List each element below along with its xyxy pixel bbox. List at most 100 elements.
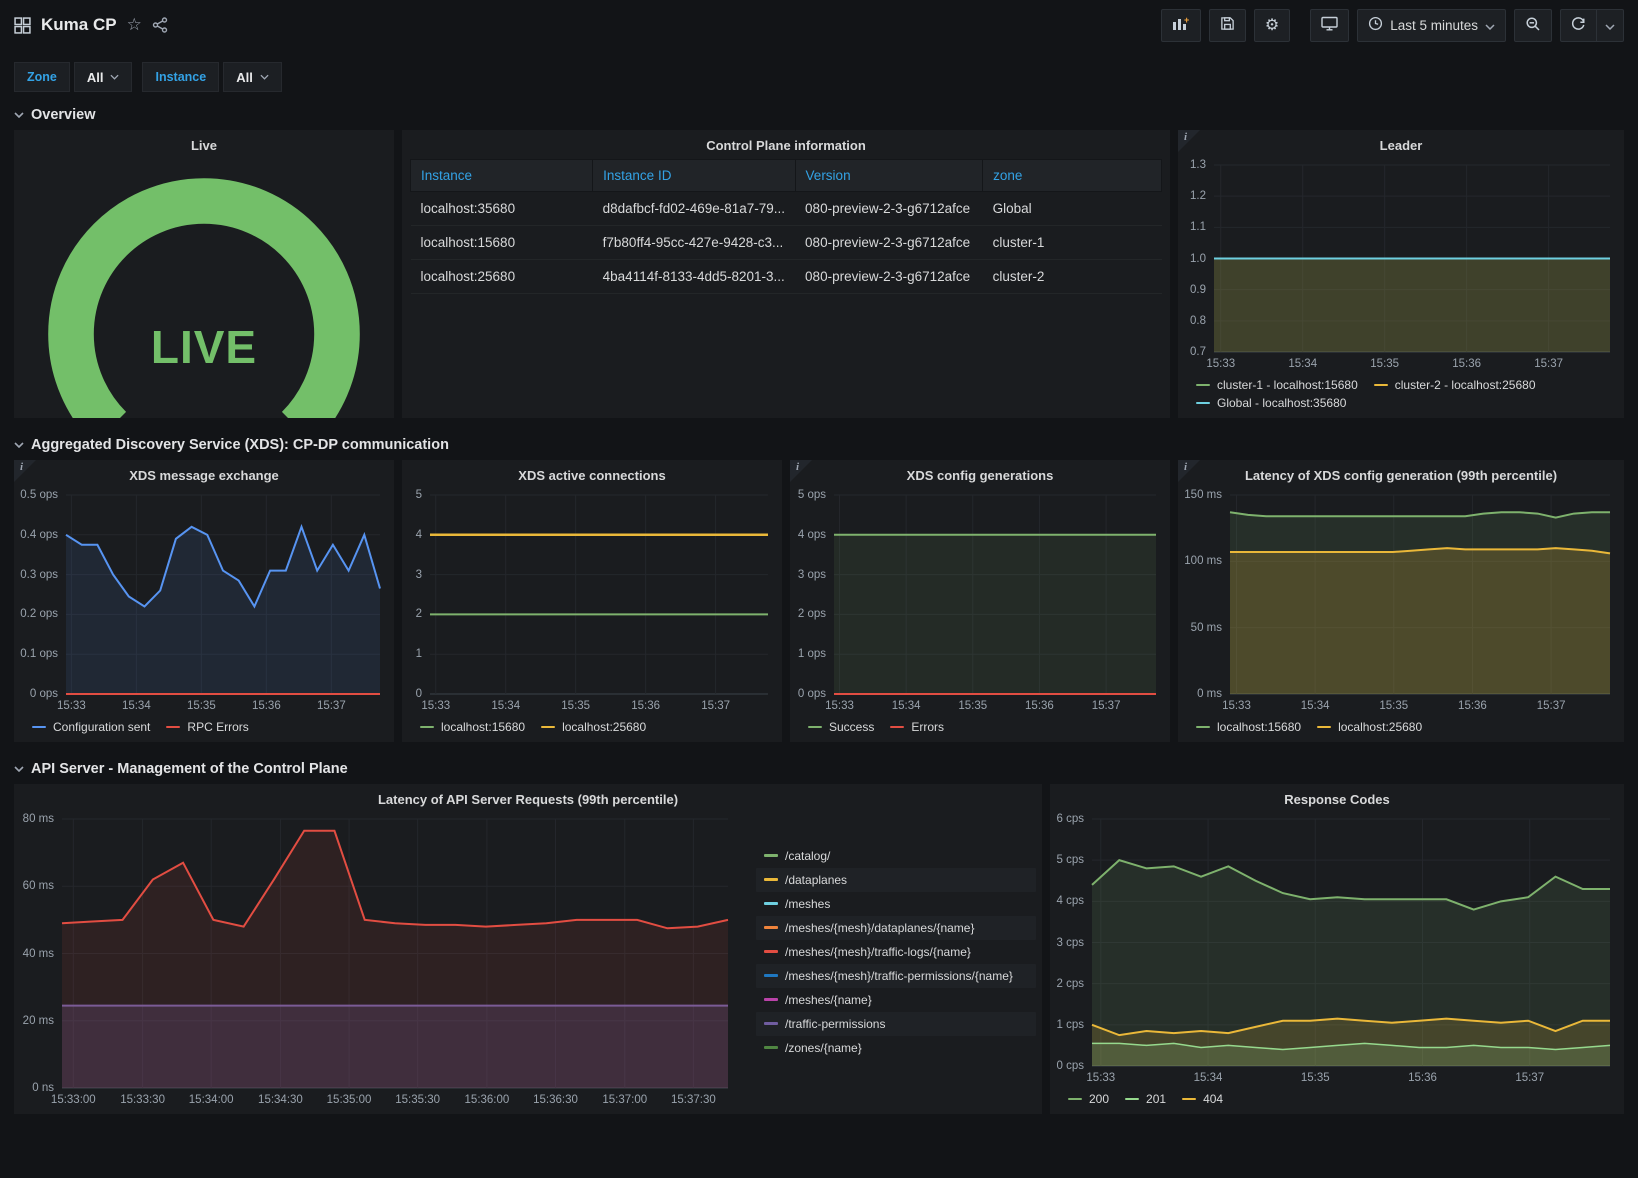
star-icon[interactable]: ☆ [127,15,142,35]
y-tick-label: 2 [415,608,422,621]
legend-item[interactable]: Success [808,720,874,734]
panel-info-corner[interactable] [1178,460,1200,482]
info-icon[interactable]: i [20,461,23,473]
panel-info-corner[interactable] [1178,130,1200,152]
y-tick-label: 0.7 [1190,346,1206,358]
variable-instance-select[interactable]: All [223,62,282,92]
table-cell: 080-preview-2-3-g6712afce [795,225,983,260]
y-tick-label: 0.2 ops [20,608,58,621]
legend-series-dash [1317,725,1332,729]
navbar: Kuma CP ☆ + ⚙ Last 5 minutes [0,0,1638,50]
chevron-down-icon [1485,18,1495,33]
refresh-interval-chevron[interactable] [1596,8,1624,42]
legend-item[interactable]: Global - localhost:35680 [1196,396,1346,410]
row-header-overview[interactable]: Overview [0,98,1638,130]
share-icon[interactable] [152,17,168,33]
y-tick-label: 0.3 ops [20,568,58,581]
legend-series-label: /meshes/{name} [785,992,872,1007]
legend-item[interactable]: 200 [1068,1092,1109,1106]
legend-item[interactable]: cluster-2 - localhost:25680 [1373,378,1536,392]
info-icon[interactable]: i [1184,461,1187,473]
table-column-header[interactable]: Version [794,159,984,192]
legend-item[interactable]: RPC Errors [166,720,249,734]
legend-item[interactable]: /dataplanes [756,867,1036,892]
x-tick-label: 15:36 [631,700,661,712]
legend-item[interactable]: localhost:25680 [541,720,646,734]
refresh-button[interactable] [1560,8,1596,42]
info-icon[interactable]: i [1184,131,1187,143]
panel-title[interactable]: Latency of XDS config generation (99th p… [1178,460,1624,485]
legend-series-dash [764,974,778,977]
panel-title[interactable]: Response Codes [1050,784,1624,809]
y-tick-label: 6 cps [1056,813,1085,825]
row-header-xds[interactable]: Aggregated Discovery Service (XDS): CP-D… [0,428,1638,460]
api-latency-legend: /catalog/ /dataplanes/meshes/meshes/{mesh… [742,809,1042,1114]
legend-item[interactable]: /traffic-permissions [756,1011,1036,1036]
legend-item[interactable]: 201 [1125,1092,1166,1106]
legend-series-dash [764,950,778,953]
info-icon[interactable]: i [796,461,799,473]
x-tick-label: 15:37:00 [602,1094,648,1106]
legend-series-label: /meshes [785,896,831,911]
legend-series-label: Success [829,720,875,734]
panel-title[interactable]: Leader [1178,130,1624,155]
panel-info-corner[interactable] [790,460,812,482]
y-tick-label: 20 ms [22,1014,54,1027]
save-icon [1220,16,1235,34]
legend-item[interactable]: /meshes/{mesh}/dataplanes/{name} [756,915,1036,940]
bar-chart-plus-icon: + [1172,15,1190,34]
legend-item[interactable]: Configuration sent [32,720,150,734]
legend-item[interactable]: Errors [890,720,944,734]
add-panel-button[interactable]: + [1160,8,1201,42]
legend-item[interactable]: /meshes/{name} [756,988,1036,1012]
table-cell: Global [982,191,1162,226]
table-cell: localhost:25680 [410,259,593,294]
control-plane-table: Instance Instance ID Version zone localhost… [409,159,1162,294]
legend-item[interactable]: localhost:15680 [1196,720,1301,734]
zoom-out-button[interactable] [1514,8,1552,42]
variable-zone-select[interactable]: All [73,62,133,92]
y-tick-label: 1 ops [797,648,826,661]
time-range-button[interactable]: Last 5 minutes [1357,8,1506,42]
panel-title[interactable]: Latency of API Server Requests (99th per… [14,784,1042,809]
legend-series-label: cluster-2 - localhost:25680 [1394,378,1536,392]
legend-item[interactable]: cluster-1 - localhost:15680 [1196,378,1358,392]
panel-live: Live LIVE [14,130,394,418]
dashboard-title[interactable]: Kuma CP [41,15,117,35]
legend-item[interactable]: /meshes/{mesh}/traffic-permissions/{name… [756,963,1036,988]
legend-item[interactable]: /meshes/{mesh}/traffic-logs/{name} [756,940,1036,964]
panel-info-corner[interactable] [14,460,36,482]
xds-config-generations-chart: 0 ops 1 ops 2 ops 3 ops 4 ops 5 ops 15:33 15:34… [798,489,1156,712]
cycle-view-button[interactable] [1310,8,1350,42]
legend-item[interactable]: localhost:15680 [420,720,525,734]
y-tick-label: 3 ops [797,568,826,581]
panel-title[interactable]: XDS config generations [790,460,1170,485]
row-header-api-server[interactable]: API Server - Management of the Control P… [0,752,1638,784]
panel-title[interactable]: Control Plane information [410,130,1162,155]
legend-item[interactable]: /zones/{name} [756,1036,1036,1060]
y-tick-label: 5 cps [1056,854,1085,867]
panel-title[interactable]: XDS message exchange [14,460,394,485]
panel-title[interactable]: XDS active connections [402,460,782,485]
save-dashboard-button[interactable] [1208,8,1246,42]
table-cell: 080-preview-2-3-g6712afce [795,191,983,226]
legend-series-label: localhost:25680 [1338,720,1423,734]
dashboards-grid-icon[interactable] [14,16,31,34]
dashboard-settings-button[interactable]: ⚙ [1253,8,1291,42]
panel-xds-config-generations: i XDS config generations 0 ops 1 ops 2 ops… [790,460,1170,742]
table-column-header[interactable]: zone [982,159,1162,192]
clock-icon [1368,16,1383,34]
chevron-down-icon [1605,18,1615,33]
x-tick-label: 15:33 [421,700,451,712]
panel-title[interactable]: Live [14,130,394,155]
x-tick-label: 15:37 [1515,1072,1545,1084]
table-column-header[interactable]: Instance ID [592,159,796,192]
legend-item[interactable]: /meshes [756,892,1036,916]
legend-item[interactable]: localhost:25680 [1317,720,1422,734]
panel-xds-config-latency: i Latency of XDS config generation (99th… [1178,460,1624,742]
table-column-header[interactable]: Instance [409,159,594,192]
legend-item[interactable]: 404 [1182,1092,1223,1106]
y-tick-label: 40 ms [22,947,54,960]
legend-item[interactable]: /catalog/ [756,844,1036,868]
panel-control-plane-information: Control Plane information Instance Instan… [402,130,1170,418]
